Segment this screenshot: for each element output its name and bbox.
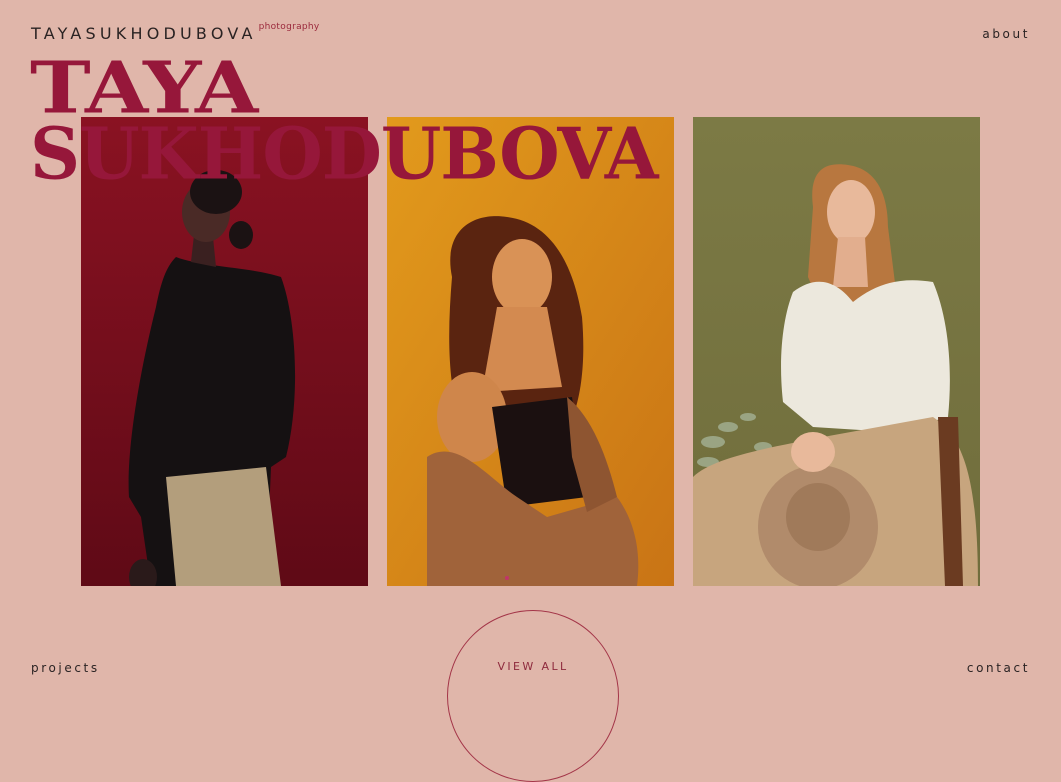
view-all-button[interactable]: VIEW ALL [447, 610, 619, 782]
nav-contact-link[interactable]: contact [967, 661, 1030, 675]
logo-text: TAYASUKHODUBOVA [31, 24, 257, 43]
site-logo[interactable]: TAYASUKHODUBOVA photography [31, 22, 320, 43]
nav-projects-link[interactable]: projects [31, 661, 100, 675]
gallery-photo-red[interactable] [81, 117, 368, 586]
nav-about-link[interactable]: about [982, 27, 1030, 41]
photo-red-image [81, 117, 368, 586]
view-all-label: VIEW ALL [497, 660, 569, 673]
photo-orange-image [387, 117, 674, 586]
hero-title-line-1: TAYA [30, 46, 258, 131]
gallery-photo-olive[interactable] [693, 117, 980, 586]
photo-olive-image [693, 117, 980, 586]
logo-subtitle: photography [258, 22, 320, 32]
gallery-photo-orange[interactable] [387, 117, 674, 586]
carousel-indicator-dot [505, 576, 509, 580]
